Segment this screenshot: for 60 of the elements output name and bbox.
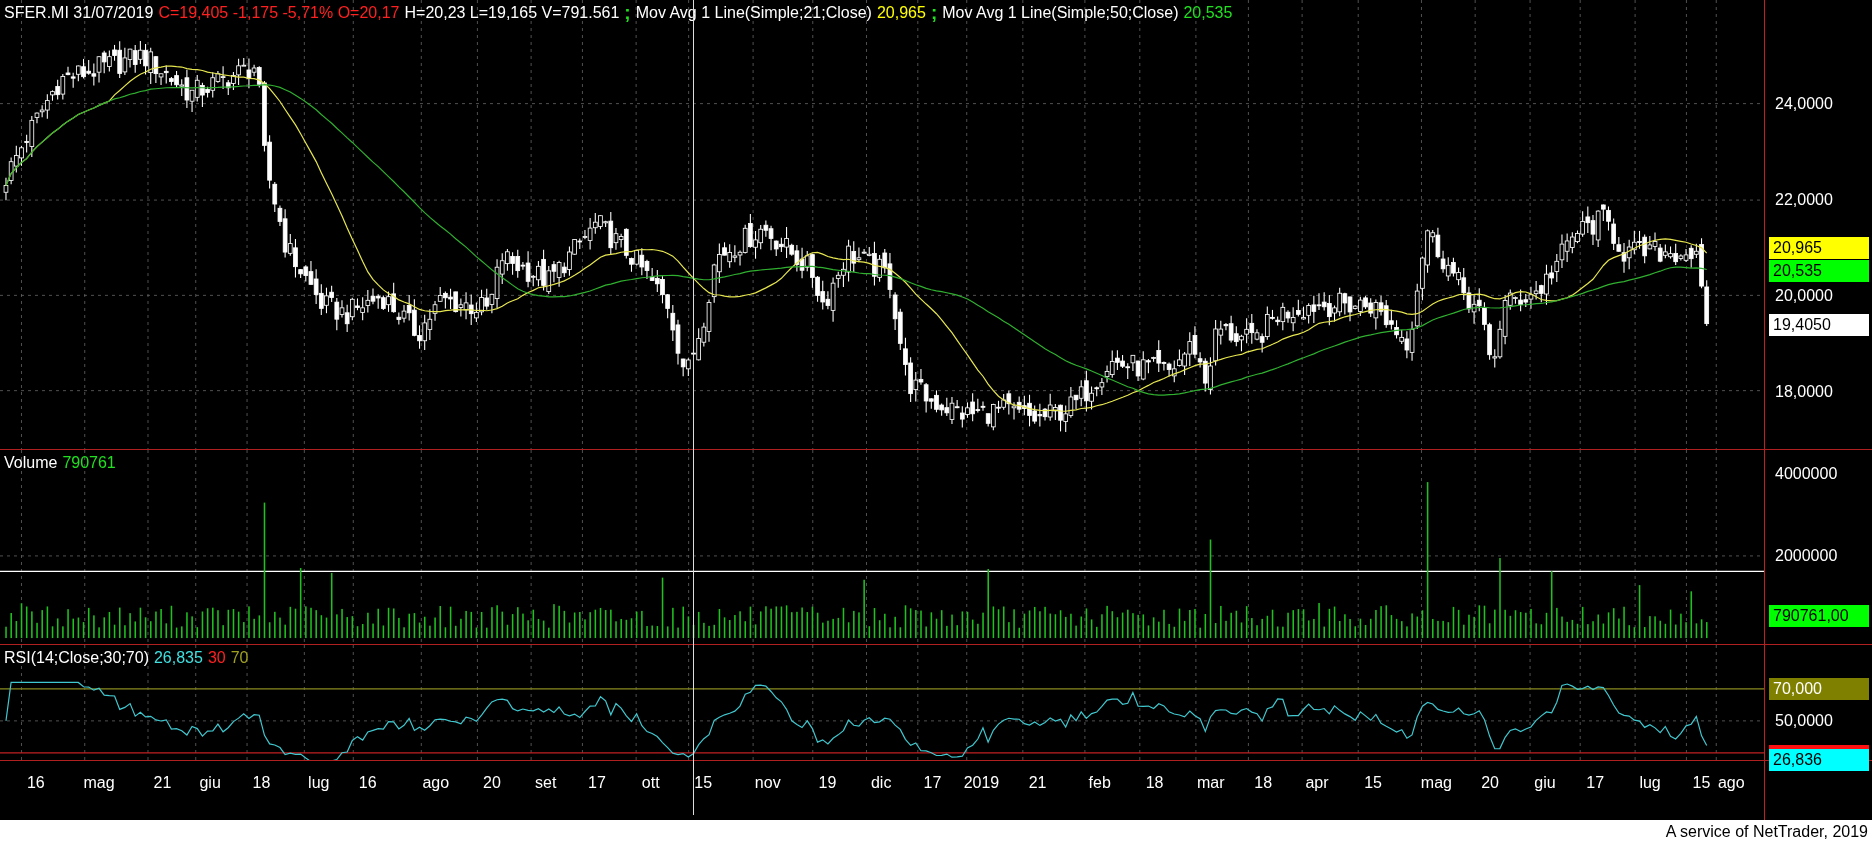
axis-label: 21 [153,773,172,793]
value-label: 790761,00 [1769,605,1869,627]
legend-text: Mov Avg 1 Line(Simple;50;Close) [942,3,1179,23]
axis-label: 18,0000 [1775,382,1833,402]
axis-label: 22,0000 [1775,190,1833,210]
axis-label: 16 [358,773,377,793]
axis-label: mag [83,773,115,793]
legend-text: 20,535 [1183,3,1233,23]
axis-label: 50,0000 [1775,711,1833,731]
legend-text: 30 [207,648,226,668]
legend-text: 70 [230,648,249,668]
axis-label: 2000000 [1775,546,1838,566]
axis-label: ago [422,773,450,793]
legend-text: 20,965 [876,3,926,23]
legend-text: ; [624,3,631,23]
value-label: 70,000 [1769,678,1869,700]
value-label: 19,4050 [1769,314,1869,336]
axis-label: 20,0000 [1775,286,1833,306]
axis-label: set [535,773,557,793]
value-label: 20,965 [1769,237,1869,259]
axis-label: 15 [1364,773,1382,793]
axis-label: 24,0000 [1775,94,1833,114]
axis-label: 4000000 [1775,464,1838,484]
legend-text: H=20,23 L=19,165 V=791.561 [404,3,620,23]
axis-label: 19 [818,773,837,793]
axis-label: nov [754,773,781,793]
legend-text: ; [930,3,938,23]
axis-label: feb [1088,773,1111,793]
axis-label: 15 [694,773,713,793]
legend-text: 26,835 [153,648,203,668]
axis-label: giu [1534,773,1556,793]
value-label: 20,535 [1769,260,1869,282]
axis-label: 2019 [963,773,1000,793]
axis-label: 20 [1481,773,1499,793]
legend-text: 790761 [62,453,116,473]
axis-label: 21 [1028,773,1047,793]
axis-label: apr [1305,773,1329,793]
axis-label: 15 [1692,773,1711,793]
legend-text: Volume [4,453,58,473]
axis-label: ago [1717,773,1745,793]
value-label: 26,836 [1769,749,1869,771]
footer-text: A service of NetTrader, 2019 [1665,823,1868,841]
axis-label: 17 [588,773,606,793]
axis-label: mar [1196,773,1225,793]
axis-label: lug [308,773,330,793]
axis-label: 17 [1586,773,1605,793]
axis-label: 20 [483,773,501,793]
axis-label: 18 [252,773,271,793]
axis-label: dic [870,773,892,793]
legend-text: C=19,405 -1,175 -5,71% O=20,17 [158,3,400,23]
axis-label: 16 [26,773,45,793]
axis-label: 18 [1145,773,1164,793]
axis-label: lug [1639,773,1661,793]
axis-label: ott [641,773,660,793]
axis-label: 18 [1254,773,1273,793]
axis-label: 17 [923,773,942,793]
legend-text: SFER.MI 31/07/2019 [4,3,154,23]
axis-label: mag [1420,773,1452,793]
axis-label: giu [199,773,221,793]
legend-text: RSI(14;Close;30;70) [4,648,149,668]
